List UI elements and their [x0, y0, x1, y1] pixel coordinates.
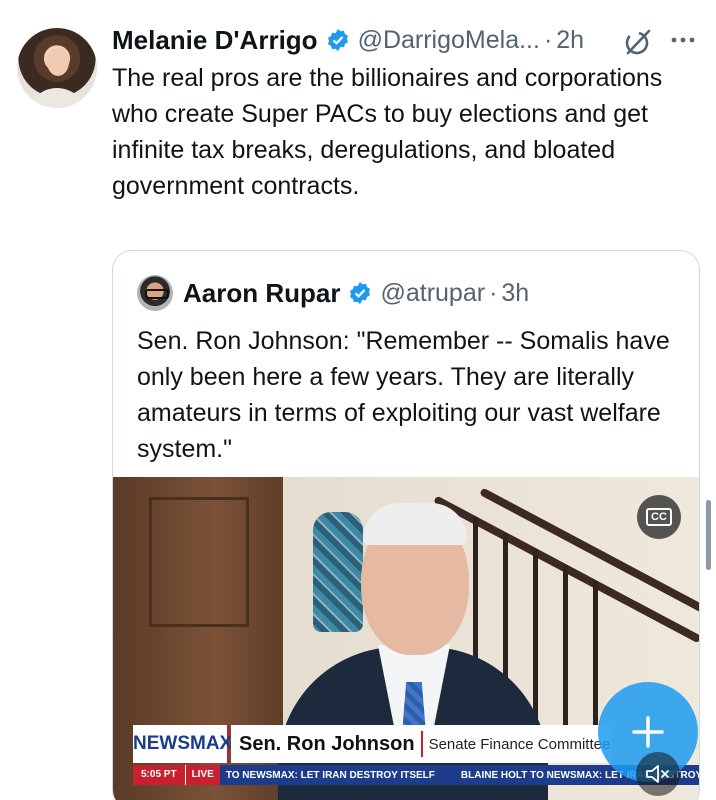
author-handle[interactable]: @DarrigoMela...: [358, 26, 540, 55]
ticker-time: 5:05 PT: [133, 765, 185, 785]
scrollbar[interactable]: [706, 500, 711, 570]
separator-dot: ·: [543, 25, 553, 54]
quoted-author-avatar[interactable]: [137, 275, 173, 311]
lower-third-nameplate: Sen. Ron Johnson Senate Finance Committe…: [231, 725, 611, 763]
ticker-item: TO NEWSMAX: LET IRAN DESTROY ITSELF: [225, 769, 435, 781]
verified-badge-icon[interactable]: [326, 28, 350, 52]
separator-dot: ·: [489, 278, 498, 307]
mute-button[interactable]: [636, 752, 680, 796]
tweet-timestamp[interactable]: 2h: [556, 26, 584, 55]
speaker-muted-icon: [646, 765, 669, 783]
quoted-tweet-header: Aaron Rupar @atrupar · 3h: [137, 275, 529, 311]
lower-third-divider: [420, 731, 423, 757]
quoted-tweet-text: Sen. Ron Johnson: "Remember -- Somalis h…: [137, 327, 670, 463]
lower-third-title: Senate Finance Committee: [428, 735, 611, 753]
author-avatar[interactable]: [17, 28, 97, 108]
door-panel: [149, 497, 249, 627]
person-hair: [363, 503, 467, 545]
captions-button[interactable]: CC: [637, 495, 681, 539]
plus-icon: [632, 716, 664, 748]
quoted-author-handle[interactable]: @atrupar: [380, 279, 485, 308]
tweet-text: The real pros are the billionaires and c…: [112, 64, 663, 200]
author-name[interactable]: Melanie D'Arrigo: [112, 25, 318, 56]
newsmax-logo: NEWSMAX: [133, 725, 232, 763]
verified-badge-icon[interactable]: [348, 281, 372, 305]
cc-icon: CC: [646, 508, 672, 526]
more-icon[interactable]: [668, 28, 698, 52]
avatar-shirt: [27, 88, 87, 108]
avatar-face: [47, 48, 69, 76]
tweet-header: Melanie D'Arrigo @DarrigoMela... · 2h: [112, 22, 584, 58]
lower-third-name: Sen. Ron Johnson: [239, 732, 415, 755]
grok-icon[interactable]: [622, 26, 654, 58]
hanging-coat: [313, 512, 363, 632]
quoted-tweet-timestamp[interactable]: 3h: [501, 279, 529, 308]
quoted-author-name[interactable]: Aaron Rupar: [183, 278, 340, 309]
ticker-live: LIVE: [184, 765, 220, 785]
